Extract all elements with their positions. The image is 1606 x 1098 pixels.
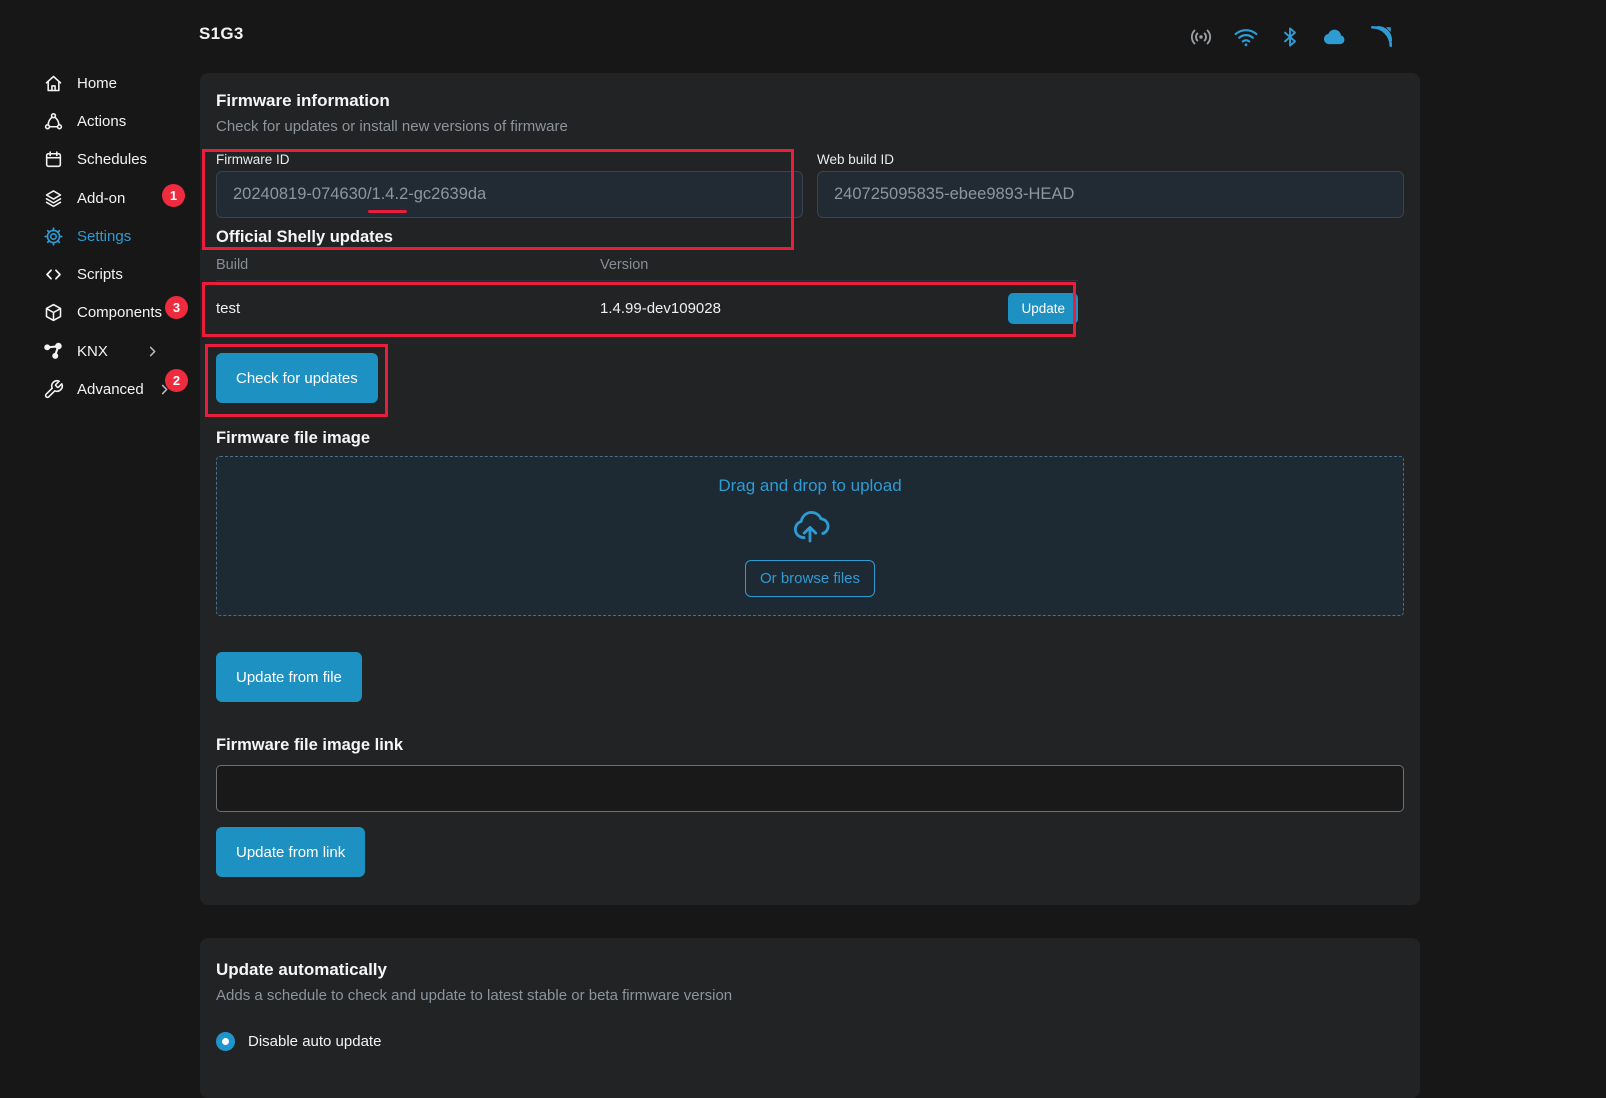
sidebar-item-settings[interactable]: Settings: [0, 217, 200, 255]
signal-range-icon[interactable]: [1368, 24, 1394, 50]
sidebar-item-label: KNX: [77, 343, 108, 360]
version-cell: 1.4.99-dev109028: [600, 300, 986, 317]
radio-label: Disable auto update: [248, 1033, 381, 1050]
cloud-icon[interactable]: [1321, 24, 1349, 50]
chevron-right-icon: [145, 344, 160, 359]
device-title: S1G3: [199, 24, 244, 44]
home-icon: [43, 73, 64, 94]
web-build-id-field-group: Web build ID: [817, 152, 1404, 218]
table-row: test 1.4.99-dev109028 Update: [216, 280, 1078, 336]
sidebar-item-label: Actions: [77, 113, 126, 130]
official-updates-heading: Official Shelly updates: [216, 228, 1404, 247]
update-from-link-button[interactable]: Update from link: [216, 827, 365, 877]
build-cell: test: [216, 300, 600, 317]
calendar-icon: [43, 149, 64, 170]
column-header-version: Version: [600, 257, 986, 273]
sidebar-item-label: Scripts: [77, 266, 123, 283]
web-build-id-input[interactable]: [817, 171, 1404, 218]
sidebar-item-schedules[interactable]: Schedules: [0, 141, 200, 179]
layers-icon: [43, 188, 64, 209]
update-button[interactable]: Update: [1008, 293, 1078, 324]
firmware-id-label: Firmware ID: [216, 152, 803, 167]
sidebar-item-label: Schedules: [77, 151, 147, 168]
firmware-information-panel: Firmware information Check for updates o…: [200, 73, 1420, 905]
sidebar-item-label: Add-on: [77, 190, 125, 207]
status-bar: [1188, 23, 1394, 50]
gear-icon: [43, 226, 64, 247]
web-build-id-label: Web build ID: [817, 152, 1404, 167]
dropzone-text: Drag and drop to upload: [718, 476, 901, 496]
upload-cloud-icon: [787, 505, 833, 547]
firmware-id-input[interactable]: [216, 171, 803, 218]
access-point-icon[interactable]: [1188, 24, 1214, 50]
firmware-id-field-group: Firmware ID: [216, 152, 803, 218]
sidebar-item-home[interactable]: Home: [0, 64, 200, 102]
sidebar-item-actions[interactable]: Actions: [0, 102, 200, 140]
cube-icon: [43, 302, 64, 323]
firmware-link-input[interactable]: [216, 765, 1404, 812]
firmware-file-image-link-heading: Firmware file image link: [216, 736, 1404, 755]
sidebar-item-components[interactable]: Components: [0, 294, 200, 332]
update-from-file-button[interactable]: Update from file: [216, 652, 362, 702]
sidebar-item-label: Components: [77, 304, 162, 321]
panel-title: Firmware information: [216, 91, 1404, 111]
radio-selected-icon[interactable]: [216, 1032, 235, 1051]
panel-title: Update automatically: [216, 960, 1404, 980]
wifi-icon[interactable]: [1233, 24, 1259, 50]
actions-icon: [43, 111, 64, 132]
sidebar-item-label: Settings: [77, 228, 131, 245]
sidebar: Home Actions Schedules Add-on Settings S…: [0, 64, 200, 409]
table-header-row: Build Version: [216, 257, 1078, 280]
sidebar-item-add-on[interactable]: Add-on: [0, 179, 200, 217]
sidebar-item-label: Home: [77, 75, 117, 92]
chevron-right-icon: [157, 382, 172, 397]
official-updates-table: Build Version test 1.4.99-dev109028 Upda…: [216, 257, 1078, 336]
check-for-updates-button[interactable]: Check for updates: [216, 353, 378, 403]
firmware-file-image-heading: Firmware file image: [216, 429, 1404, 448]
build-id-fields: Firmware ID Web build ID: [216, 152, 1404, 218]
panel-subtitle: Adds a schedule to check and update to l…: [216, 987, 1404, 1004]
browse-files-button[interactable]: Or browse files: [745, 560, 875, 597]
code-icon: [43, 264, 64, 285]
bluetooth-icon[interactable]: [1278, 24, 1302, 50]
panel-subtitle: Check for updates or install new version…: [216, 118, 1404, 135]
wrench-icon: [43, 379, 64, 400]
firmware-file-dropzone[interactable]: Drag and drop to upload Or browse files: [216, 456, 1404, 616]
sidebar-item-label: Advanced: [77, 381, 144, 398]
disable-auto-update-option[interactable]: Disable auto update: [216, 1032, 1404, 1051]
sidebar-item-knx[interactable]: KNX: [0, 332, 200, 370]
sidebar-item-scripts[interactable]: Scripts: [0, 255, 200, 293]
knx-icon: [43, 341, 64, 362]
column-header-build: Build: [216, 257, 600, 273]
sidebar-item-advanced[interactable]: Advanced: [0, 370, 200, 408]
update-automatically-panel: Update automatically Adds a schedule to …: [200, 938, 1420, 1098]
